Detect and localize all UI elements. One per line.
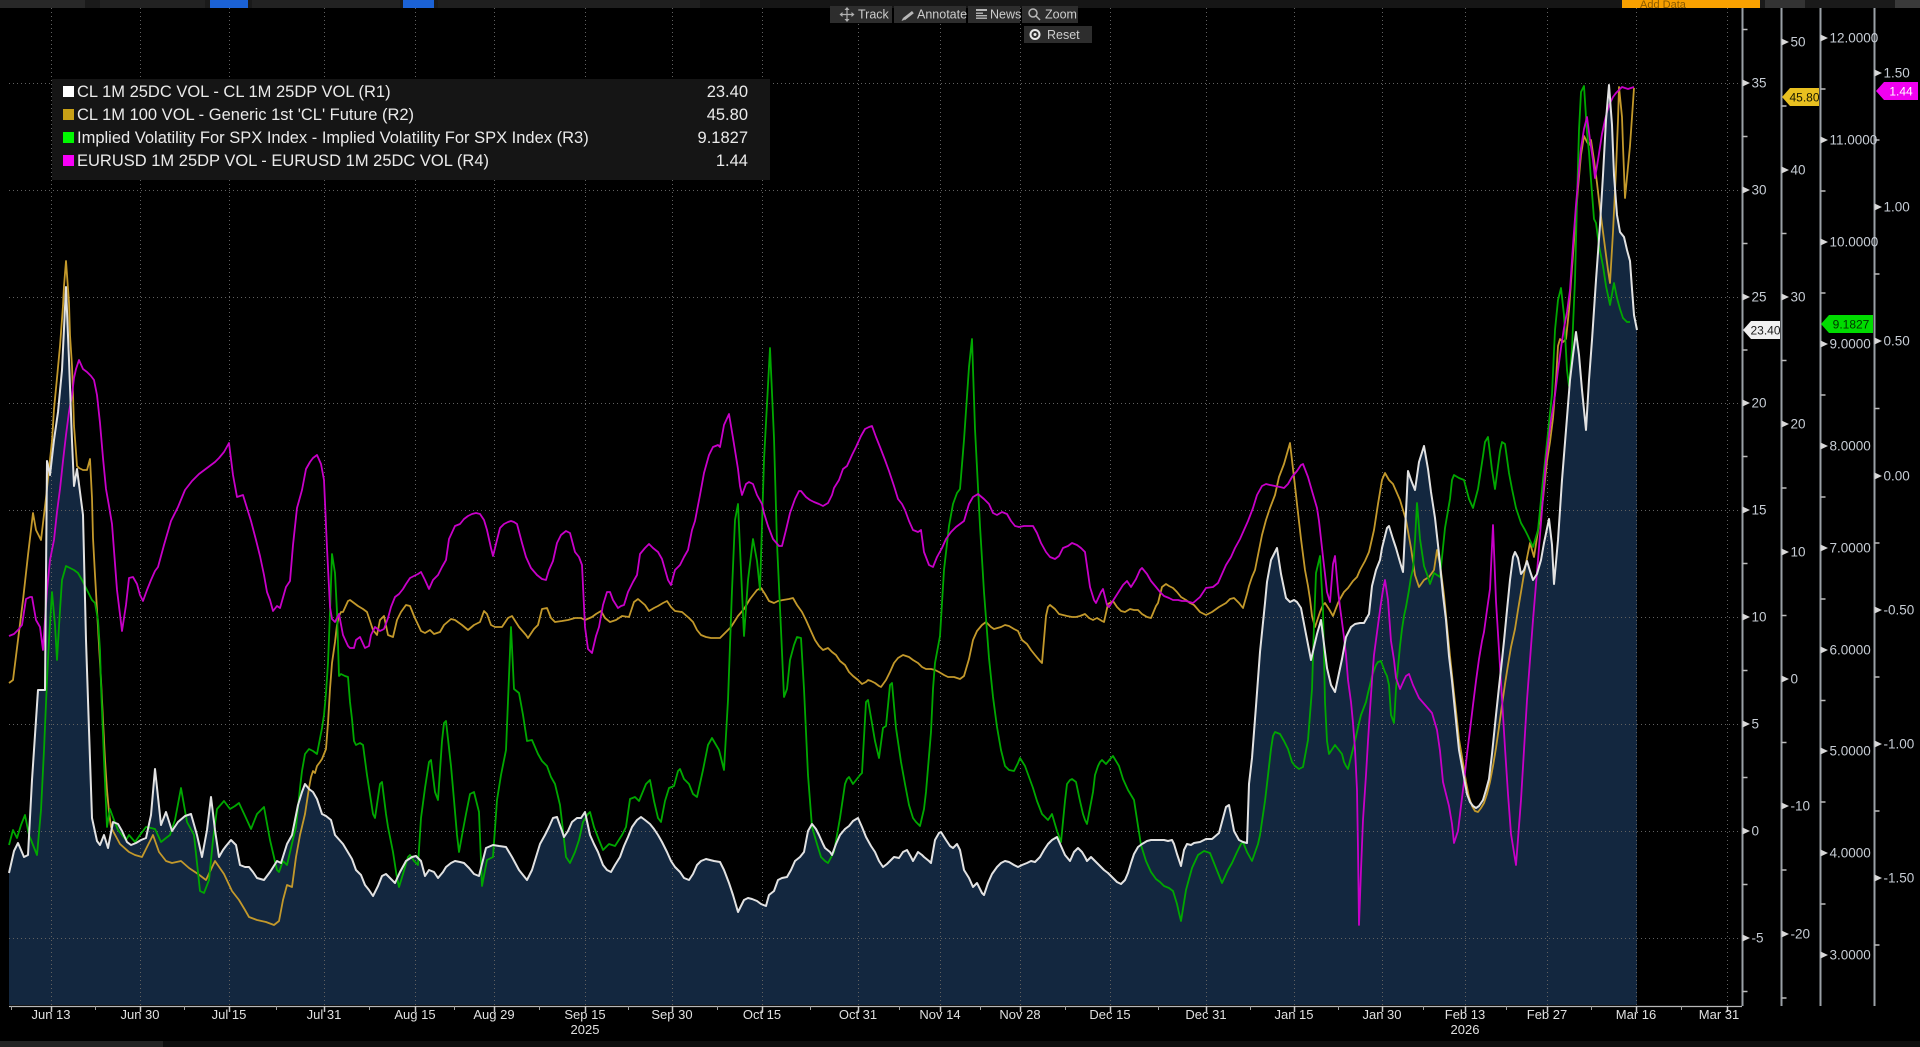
svg-text:15: 15: [1752, 503, 1767, 518]
svg-text:50: 50: [1791, 35, 1806, 50]
svg-text:9.1827: 9.1827: [1833, 318, 1870, 332]
svg-text:Feb 13: Feb 13: [1445, 1007, 1485, 1022]
svg-text:Jul 15: Jul 15: [212, 1007, 247, 1022]
svg-text:Track: Track: [858, 8, 890, 22]
svg-text:Dec 31: Dec 31: [1185, 1007, 1226, 1022]
svg-text:Reset: Reset: [1047, 28, 1080, 42]
svg-text:Nov 14: Nov 14: [919, 1007, 960, 1022]
svg-text:35: 35: [1752, 76, 1767, 91]
svg-text:-10: -10: [1791, 799, 1811, 814]
svg-text:Jul 31: Jul 31: [307, 1007, 342, 1022]
svg-text:Oct 31: Oct 31: [839, 1007, 877, 1022]
svg-text:Dec 15: Dec 15: [1089, 1007, 1130, 1022]
svg-text:45.80: 45.80: [707, 106, 748, 124]
svg-text:Oct 15: Oct 15: [743, 1007, 781, 1022]
svg-text:Jan 30: Jan 30: [1362, 1007, 1401, 1022]
svg-text:11.0000: 11.0000: [1830, 133, 1878, 148]
svg-text:7.0000: 7.0000: [1830, 541, 1871, 556]
svg-text:-1.50: -1.50: [1884, 871, 1915, 886]
svg-text:9.1827: 9.1827: [698, 129, 748, 147]
svg-text:1.44: 1.44: [1889, 85, 1913, 99]
svg-text:Zoom: Zoom: [1045, 8, 1077, 22]
svg-text:0.00: 0.00: [1884, 469, 1910, 484]
svg-text:-5: -5: [1752, 931, 1764, 946]
svg-text:10: 10: [1752, 610, 1767, 625]
svg-text:5: 5: [1752, 717, 1760, 732]
svg-text:Implied Volatility For SPX Ind: Implied Volatility For SPX Index - Impli…: [77, 129, 589, 147]
svg-text:-0.50: -0.50: [1884, 603, 1915, 618]
svg-text:CL 1M 25DC VOL - CL 1M 25DP VO: CL 1M 25DC VOL - CL 1M 25DP VOL (R1): [77, 83, 391, 101]
svg-text:1.50: 1.50: [1884, 66, 1910, 81]
svg-text:40: 40: [1791, 163, 1806, 178]
svg-text:Aug 15: Aug 15: [394, 1007, 435, 1022]
svg-text:Aug 29: Aug 29: [473, 1007, 514, 1022]
svg-text:12.0000: 12.0000: [1830, 31, 1879, 46]
svg-text:0.50: 0.50: [1884, 334, 1910, 349]
svg-text:5.0000: 5.0000: [1830, 744, 1871, 759]
svg-text:Jun 13: Jun 13: [31, 1007, 70, 1022]
svg-text:1.44: 1.44: [716, 152, 748, 170]
svg-text:News: News: [990, 8, 1021, 22]
svg-text:20: 20: [1791, 417, 1806, 432]
svg-text:Mar 16: Mar 16: [1616, 1007, 1656, 1022]
svg-text:30: 30: [1752, 183, 1767, 198]
svg-text:EURUSD 1M 25DP VOL - EURUSD 1M: EURUSD 1M 25DP VOL - EURUSD 1M 25DC VOL …: [77, 152, 489, 170]
svg-text:-20: -20: [1791, 927, 1811, 942]
svg-text:2025: 2025: [571, 1022, 600, 1037]
svg-text:-1.00: -1.00: [1884, 737, 1915, 752]
svg-text:2026: 2026: [1451, 1022, 1480, 1037]
svg-text:4.0000: 4.0000: [1830, 846, 1871, 861]
svg-text:Sep 30: Sep 30: [651, 1007, 692, 1022]
svg-text:20: 20: [1752, 396, 1767, 411]
svg-text:10: 10: [1791, 545, 1806, 560]
svg-text:25: 25: [1752, 290, 1767, 305]
svg-text:1.00: 1.00: [1884, 200, 1910, 215]
svg-text:Jan 15: Jan 15: [1274, 1007, 1313, 1022]
svg-text:8.0000: 8.0000: [1830, 439, 1871, 454]
svg-text:23.40: 23.40: [1750, 324, 1780, 338]
svg-text:Mar 31: Mar 31: [1699, 1007, 1739, 1022]
svg-text:Nov 28: Nov 28: [999, 1007, 1040, 1022]
svg-text:0: 0: [1791, 672, 1799, 687]
svg-text:6.0000: 6.0000: [1830, 643, 1871, 658]
svg-text:Feb 27: Feb 27: [1527, 1007, 1567, 1022]
svg-text:Annotate: Annotate: [917, 8, 967, 22]
svg-text:Sep 15: Sep 15: [564, 1007, 605, 1022]
svg-text:45.80: 45.80: [1789, 91, 1819, 105]
svg-text:3.0000: 3.0000: [1830, 948, 1871, 963]
svg-text:Add Data: Add Data: [1640, 0, 1687, 11]
svg-text:23.40: 23.40: [707, 83, 748, 101]
svg-text:30: 30: [1791, 290, 1806, 305]
svg-text:Jun 30: Jun 30: [120, 1007, 159, 1022]
svg-text:0: 0: [1752, 824, 1760, 839]
svg-text:9.0000: 9.0000: [1830, 337, 1871, 352]
svg-text:CL 1M 100 VOL - Generic 1st 'C: CL 1M 100 VOL - Generic 1st 'CL' Future …: [77, 106, 414, 124]
svg-text:10.0000: 10.0000: [1830, 235, 1879, 250]
